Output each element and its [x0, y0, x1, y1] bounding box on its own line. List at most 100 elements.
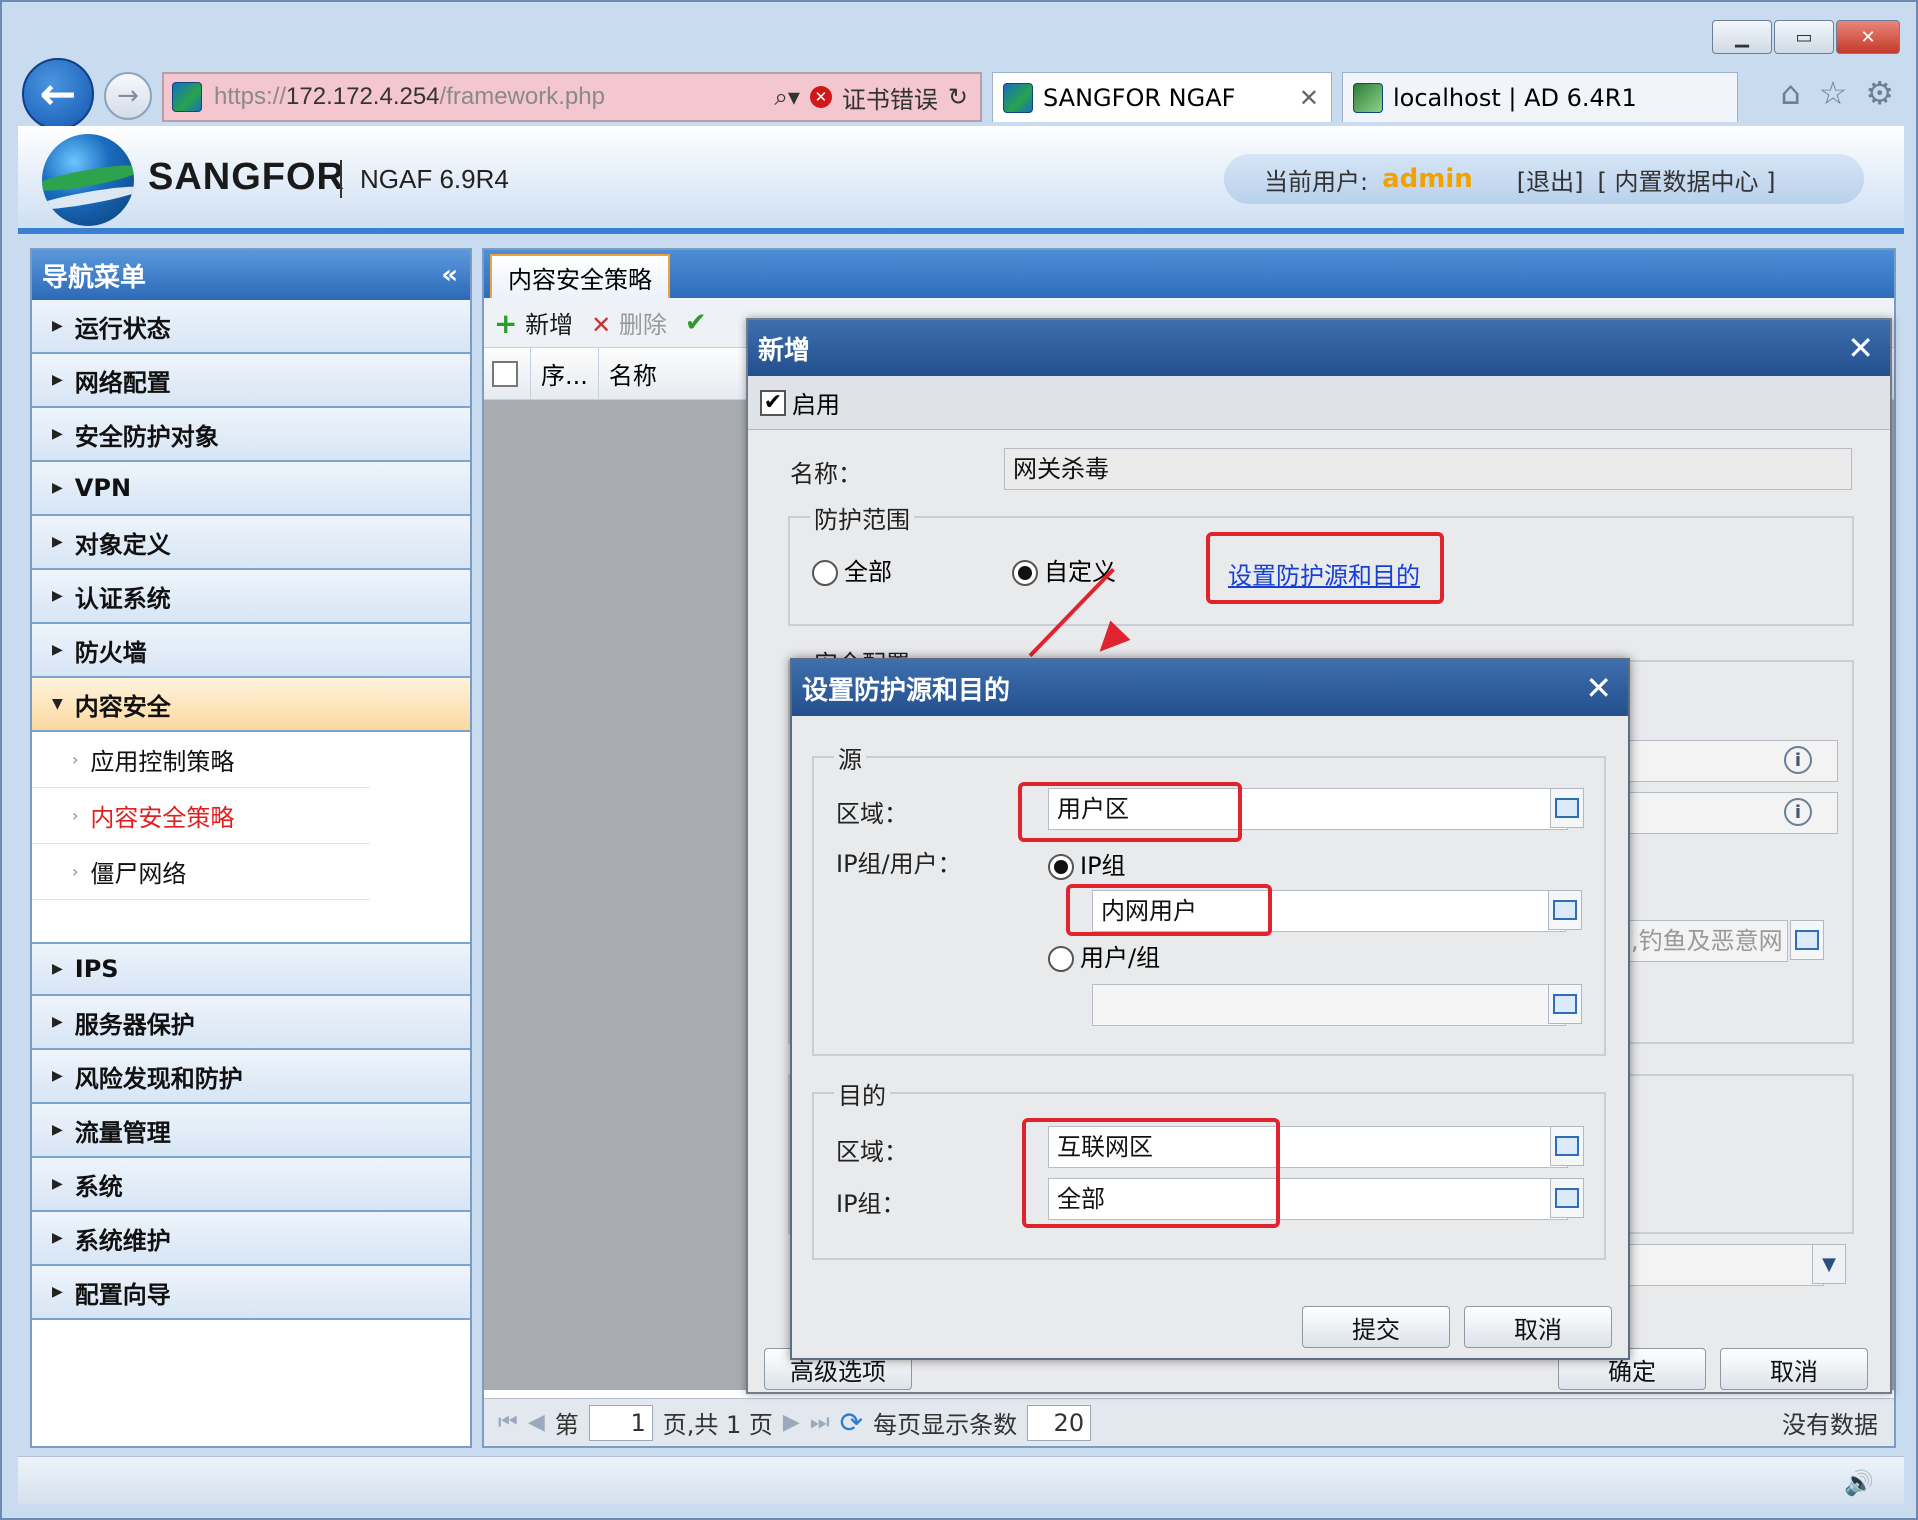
sidebar-item-content-security[interactable]: ▼ 内容安全 [32, 678, 470, 732]
select-all-checkbox[interactable] [492, 360, 518, 387]
sidebar-subitem-label: 内容安全策略 [90, 804, 235, 832]
dropdown-field[interactable] [1598, 1244, 1824, 1286]
delete-label: 删除 [618, 311, 667, 339]
back-button[interactable]: ← [22, 58, 94, 130]
user-group-picker-icon[interactable] [1548, 984, 1582, 1024]
src-zone-picker-icon[interactable] [1550, 788, 1584, 828]
enable-checkbox[interactable]: ✔ [760, 389, 786, 416]
cancel-button[interactable]: 取消 [1464, 1306, 1612, 1348]
sidebar-item-maintenance[interactable]: ▶ 系统维护 [32, 1212, 470, 1266]
triangle-right-icon: ▶ [52, 961, 63, 977]
src-zone-label: 区域： [836, 800, 908, 828]
scope-all-option[interactable]: 全部 [812, 552, 892, 587]
collapse-icon[interactable]: « [441, 260, 458, 290]
submit-button[interactable]: 提交 [1302, 1306, 1450, 1348]
close-icon[interactable]: ✕ [1585, 669, 1612, 707]
col-seq[interactable]: 序... [530, 348, 598, 399]
sidebar-item-system[interactable]: ▶ 系统 [32, 1158, 470, 1212]
dst-ipgroup-picker-icon[interactable] [1550, 1178, 1584, 1218]
address-bar[interactable]: https://172.172.4.254/framework.php ⌕▾ ✕… [162, 72, 982, 122]
dialog-title: 设置防护源和目的 ✕ [792, 660, 1628, 716]
sidebar-item-wizard[interactable]: ▶ 配置向导 [32, 1266, 470, 1320]
delete-button[interactable]: ✕ 删除 [591, 305, 667, 340]
datacenter-link[interactable]: [ 内置数据中心 ] [1598, 162, 1776, 197]
sidebar-item-label: 服务器保护 [74, 1010, 195, 1039]
add-button[interactable]: + 新增 [494, 305, 573, 340]
sidebar-item-risk[interactable]: ▶ 风险发现和防护 [32, 1050, 470, 1104]
sidebar-subitem-content-policy[interactable]: › 内容安全策略 [32, 788, 370, 844]
sidebar-subitem-botnet[interactable]: › 僵尸网络 [32, 844, 370, 900]
ipgroup-option[interactable]: IP组 [1048, 846, 1126, 881]
minimize-button[interactable]: ▁ [1712, 20, 1772, 54]
close-window-button[interactable]: ✕ [1836, 20, 1900, 54]
sidebar-item-label: 运行状态 [74, 314, 171, 343]
user-group-input[interactable] [1092, 984, 1566, 1026]
sangfor-logo [42, 134, 134, 226]
speaker-icon[interactable]: 🔊 [1844, 1469, 1874, 1497]
maximize-button[interactable]: ▭ [1774, 20, 1834, 54]
dst-zone-picker-icon[interactable] [1550, 1126, 1584, 1166]
check-icon[interactable]: ✔ [685, 308, 707, 338]
sidebar-title: 导航菜单 « [32, 250, 470, 300]
sidebar-item-protected-objects[interactable]: ▶ 安全防护对象 [32, 408, 470, 462]
sidebar-subitem-app-control[interactable]: › 应用控制策略 [32, 732, 370, 788]
refresh-icon[interactable]: ⟳ [840, 1406, 863, 1439]
home-icon[interactable]: ⌂ [1780, 74, 1800, 112]
logout-link[interactable]: [退出] [1517, 162, 1584, 197]
search-icon[interactable]: ⌕▾ [774, 83, 800, 111]
cancel-button[interactable]: 取消 [1720, 1348, 1868, 1390]
page-prefix: 第 [554, 1411, 579, 1439]
sidebar-item-label: 系统 [74, 1172, 123, 1201]
user-group-option[interactable]: 用户/组 [1048, 938, 1160, 973]
cert-error-label[interactable]: 证书错误 [842, 80, 938, 115]
name-input[interactable]: 网关杀毒 [1004, 448, 1852, 490]
browser-tab-ad[interactable]: localhost | AD 6.4R1 [1342, 72, 1738, 122]
scope-all-radio[interactable] [812, 560, 838, 586]
dialog-title: 新增 ✕ [748, 320, 1890, 376]
prev-page-icon[interactable]: ◀ [528, 1410, 545, 1435]
star-icon[interactable]: ☆ [1819, 74, 1848, 112]
tab-content-policy[interactable]: 内容安全策略 [490, 254, 670, 298]
dialog-title-text: 设置防护源和目的 [802, 675, 1011, 706]
sidebar-item-status[interactable]: ▶ 运行状态 [32, 300, 470, 354]
sidebar-item-label: IPS [74, 955, 119, 983]
sidebar-item-auth[interactable]: ▶ 认证系统 [32, 570, 470, 624]
browser-tab-ngaf[interactable]: SANGFOR NGAF ✕ [992, 72, 1332, 122]
triangle-right-icon: ▶ [52, 1230, 63, 1246]
page-input[interactable]: 1 [588, 1404, 653, 1441]
close-icon[interactable]: ✕ [1847, 329, 1874, 367]
sidebar-item-traffic[interactable]: ▶ 流量管理 [32, 1104, 470, 1158]
refresh-icon[interactable]: ↻ [948, 83, 968, 111]
info-icon[interactable]: i [1784, 798, 1812, 826]
sidebar-item-ips[interactable]: ▶ IPS [32, 942, 470, 996]
close-tab-icon[interactable]: ✕ [1299, 84, 1319, 112]
picker-icon[interactable] [1790, 920, 1824, 960]
user-group-radio-label: 用户/组 [1080, 944, 1161, 972]
triangle-right-icon: ▶ [52, 588, 63, 604]
col-name[interactable]: 名称 [597, 348, 667, 399]
last-page-icon[interactable]: ⏭ [810, 1410, 830, 1435]
sidebar-item-network[interactable]: ▶ 网络配置 [32, 354, 470, 408]
triangle-right-icon: ▶ [52, 372, 63, 388]
user-bar: 当前用户: admin [退出] [ 内置数据中心 ] [1224, 154, 1864, 204]
ipgroup-radio[interactable] [1048, 854, 1074, 880]
cert-error-icon: ✕ [809, 86, 832, 108]
chevron-down-icon[interactable]: ▼ [1812, 1244, 1846, 1284]
sidebar-item-server-protection[interactable]: ▶ 服务器保护 [32, 996, 470, 1050]
triangle-right-icon: ▶ [52, 1068, 63, 1084]
scope-custom-radio[interactable] [1012, 560, 1038, 586]
sidebar-item-firewall[interactable]: ▶ 防火墙 [32, 624, 470, 678]
first-page-icon[interactable]: ⏮ [498, 1410, 518, 1435]
triangle-right-icon: ▶ [52, 1122, 63, 1138]
user-group-radio[interactable] [1048, 946, 1074, 972]
info-icon[interactable]: i [1784, 746, 1812, 774]
per-page-input[interactable]: 20 [1027, 1404, 1092, 1441]
triangle-right-icon: ▶ [52, 1284, 63, 1300]
gear-icon[interactable]: ⚙ [1865, 74, 1894, 112]
src-ipgroup-picker-icon[interactable] [1548, 890, 1582, 930]
sidebar-subitem-label: 僵尸网络 [90, 860, 187, 888]
next-page-icon[interactable]: ▶ [783, 1410, 800, 1435]
forward-button[interactable]: → [104, 72, 152, 120]
sidebar-item-vpn[interactable]: ▶ VPN [32, 462, 470, 516]
sidebar-item-objects[interactable]: ▶ 对象定义 [32, 516, 470, 570]
